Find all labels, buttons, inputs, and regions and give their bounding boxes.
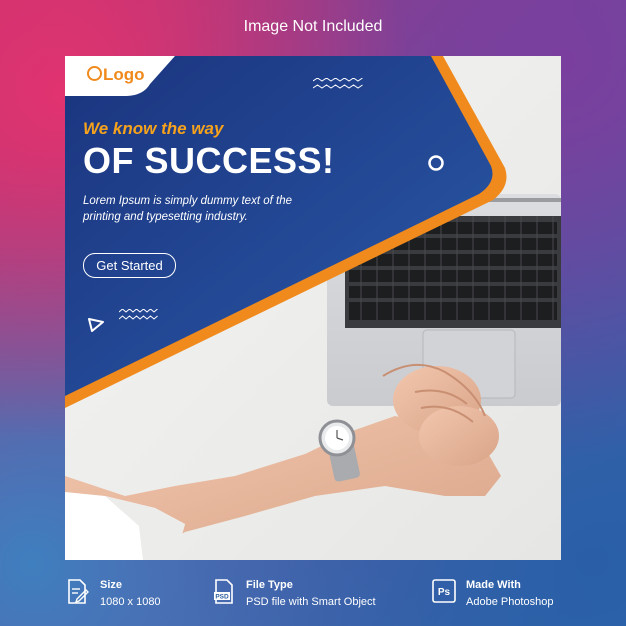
headline: OF SUCCESS! bbox=[83, 140, 335, 181]
logo-text: Logo bbox=[103, 65, 145, 84]
footer-file-type-value: PSD file with Smart Object bbox=[246, 596, 376, 608]
photoshop-icon: Ps bbox=[432, 579, 456, 603]
wave-decoration-icon bbox=[313, 78, 363, 89]
document-edit-icon bbox=[68, 579, 89, 604]
circle-decoration-icon bbox=[428, 155, 444, 171]
triangle-decoration-icon bbox=[88, 318, 104, 332]
body-text-line-1: Lorem Ipsum is simply dummy text of the bbox=[83, 195, 292, 207]
footer-size-label: Size bbox=[100, 579, 123, 591]
body-text-line-2: printing and typesetting industry. bbox=[83, 211, 248, 223]
get-started-button[interactable]: Get Started bbox=[83, 253, 176, 278]
footer-size-value: 1080 x 1080 bbox=[100, 596, 161, 608]
logo: Logo bbox=[87, 65, 145, 85]
footer-made-with-label: Made With bbox=[466, 579, 521, 591]
footer-file-type-label: File Type bbox=[246, 579, 293, 591]
svg-text:Ps: Ps bbox=[438, 587, 451, 598]
kicker-text: We know the way bbox=[83, 119, 224, 138]
social-post-card: Logo We know the way OF SUCCESS! Lorem I… bbox=[65, 56, 561, 560]
footer-info: Size 1080 x 1080 PSD File Type PSD file … bbox=[0, 576, 626, 616]
logo-mark-icon bbox=[87, 66, 102, 81]
psd-file-icon: PSD bbox=[214, 579, 233, 604]
svg-text:PSD: PSD bbox=[215, 594, 229, 601]
body-text: Lorem Ipsum is simply dummy text of the … bbox=[83, 193, 323, 225]
footer-made-with-value: Adobe Photoshop bbox=[466, 596, 554, 608]
page-title: Image Not Included bbox=[243, 18, 383, 35]
wave-decoration-small-icon bbox=[119, 309, 158, 320]
